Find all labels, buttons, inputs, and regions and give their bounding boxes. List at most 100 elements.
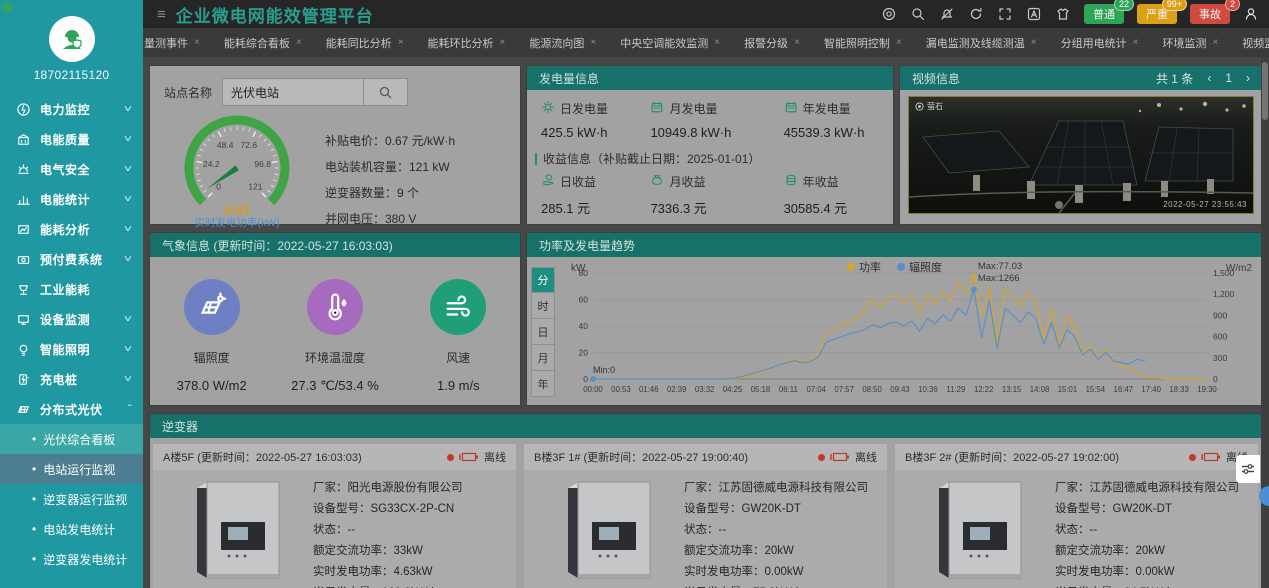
sidebar-subitem-3[interactable]: •电站发电统计 xyxy=(0,514,143,544)
svg-text:19:30: 19:30 xyxy=(1197,385,1217,394)
tab-3[interactable]: 能耗环比分析× xyxy=(418,31,516,55)
tab-close-icon[interactable]: × xyxy=(296,37,302,48)
sidebar-subitem-label: 光伏综合看板 xyxy=(43,431,115,448)
svg-text:121: 121 xyxy=(248,181,262,191)
sidebar-item-5[interactable]: 预付费系统˅ xyxy=(0,244,143,274)
sidebar-item-2[interactable]: 电气安全˅ xyxy=(0,154,143,184)
period-tab-时[interactable]: 时 xyxy=(531,293,555,319)
search-icon[interactable] xyxy=(910,6,926,22)
badge-count: 22 xyxy=(1114,0,1134,11)
period-tab-年[interactable]: 年 xyxy=(531,371,555,397)
chevron-up-icon: ˆ xyxy=(127,404,132,415)
sidebar-item-1[interactable]: 电能质量˅ xyxy=(0,124,143,154)
tab-4[interactable]: 能源流向图× xyxy=(519,31,606,55)
alarm-badge-1[interactable]: 严重99+ xyxy=(1137,4,1177,24)
tab-close-icon[interactable]: × xyxy=(500,37,506,48)
tab-6[interactable]: 报警分级 × xyxy=(734,31,810,55)
cctv-video-frame[interactable]: 萤石 2022-05-27 23:55:43 xyxy=(908,96,1254,214)
sidebar-item-3[interactable]: 电能统计˅ xyxy=(0,184,143,214)
tab-label: 环境监测 xyxy=(1162,35,1206,51)
tab-11[interactable]: 视频监控× xyxy=(1232,31,1269,55)
vertical-scrollbar[interactable] xyxy=(1261,57,1269,588)
sidebar-item-4[interactable]: 能耗分析˅ xyxy=(0,214,143,244)
inverter-card-1: B楼3F 1# (更新时间：2022-05-27 19:00:40) 离线 xyxy=(524,444,887,588)
scrollbar-thumb[interactable] xyxy=(1262,62,1268,120)
tab-10[interactable]: 环境监测 × xyxy=(1152,31,1228,55)
tab-7[interactable]: 智能照明控制× xyxy=(814,31,912,55)
sidebar-item-6[interactable]: 工业能耗 xyxy=(0,274,143,304)
weather-metric: 风速1.9 m/s xyxy=(403,279,513,394)
badge-label: 普通 xyxy=(1093,9,1115,21)
tab-close-icon[interactable]: × xyxy=(1031,37,1037,48)
spec-line: 设备型号：GW20K-DT xyxy=(1055,499,1239,520)
video-prev-button[interactable]: ‹ xyxy=(1207,71,1211,85)
theme-icon[interactable] xyxy=(1055,6,1071,22)
tab-label: 报警分级 xyxy=(744,35,788,51)
weather-panel: 气象信息 (更新时间：2022-05-27 16:03:03) 辐照度378.0… xyxy=(150,233,520,405)
svg-text:09:43: 09:43 xyxy=(890,385,910,394)
chevron-down-icon: ˅ xyxy=(124,314,132,325)
tab-close-icon[interactable]: × xyxy=(714,37,720,48)
sun-icon xyxy=(541,100,555,117)
camera-brand-icon xyxy=(915,102,924,111)
tab-close-icon[interactable]: × xyxy=(194,37,200,48)
sidebar-subitem-4[interactable]: •逆变器发电统计 xyxy=(0,544,143,574)
wind-icon xyxy=(430,279,486,335)
tab-close-icon[interactable]: × xyxy=(398,37,404,48)
filter-settings-button[interactable] xyxy=(1236,455,1260,483)
header-actions: 普通22 严重99+ 事故2 xyxy=(881,4,1259,24)
generation-metrics: 日发电量425.5 kW·h月发电量10949.8 kW·h年发电量45539.… xyxy=(527,90,893,140)
period-tab-日[interactable]: 日 xyxy=(531,319,555,345)
sidebar-item-10[interactable]: 分布式光伏ˆ xyxy=(0,394,143,424)
avatar[interactable] xyxy=(49,16,95,62)
sidebar-item-7[interactable]: 设备监测˅ xyxy=(0,304,143,334)
tab-1[interactable]: 能耗综合看板× xyxy=(214,31,312,55)
tab-close-icon[interactable]: × xyxy=(590,37,596,48)
station-info-line: 电站装机容量：121 kW xyxy=(325,154,455,180)
sidebar-subitem-1[interactable]: •电站运行监视 xyxy=(0,454,143,484)
metric-label: 月收益 xyxy=(669,173,705,190)
badge-count: 99+ xyxy=(1162,0,1187,11)
tab-close-icon[interactable]: × xyxy=(1133,37,1139,48)
tab-9[interactable]: 分组用电统计× xyxy=(1051,31,1149,55)
period-tab-月[interactable]: 月 xyxy=(531,345,555,371)
svg-text:00:53: 00:53 xyxy=(611,385,631,394)
tab-8[interactable]: 漏电监测及线缆测温 × xyxy=(916,31,1047,55)
alarm-badge-0[interactable]: 普通22 xyxy=(1084,4,1124,24)
sidebar-subitem-2[interactable]: •逆变器运行监视 xyxy=(0,484,143,514)
tab-label: 视频监控 xyxy=(1242,35,1269,51)
period-tabs: 分时日月年 xyxy=(531,267,555,397)
tab-close-icon[interactable]: × xyxy=(794,37,800,48)
video-next-button[interactable]: › xyxy=(1246,71,1250,85)
fullscreen-icon[interactable] xyxy=(997,6,1013,22)
headset-icon[interactable] xyxy=(881,6,897,22)
sidebar-item-label: 电能质量 xyxy=(40,131,90,148)
spec-line: 厂家：江苏固德威电源科技有限公司 xyxy=(684,478,868,499)
tab-5[interactable]: 中央空调能效监测× xyxy=(610,31,730,55)
tab-close-icon[interactable]: × xyxy=(1212,37,1218,48)
metric-value: 285.1 元 xyxy=(541,198,650,217)
energy-analysis-icon xyxy=(16,222,31,237)
svg-text:40: 40 xyxy=(579,321,589,331)
site-name-input[interactable] xyxy=(222,78,364,106)
sidebar-subitem-0[interactable]: •光伏综合看板 xyxy=(0,424,143,454)
dashboard-content: 站点名称 024.248.472.696.81214.63实时发电功率(kW) … xyxy=(143,57,1269,588)
menu-toggle-icon[interactable]: ≡ xyxy=(157,6,166,23)
trend-chart: 分时日月年 功率辐照度 kW W/m2 02040608003006009001… xyxy=(527,257,1262,403)
alarm-badge-2[interactable]: 事故2 xyxy=(1190,4,1230,24)
translate-icon[interactable] xyxy=(1026,6,1042,22)
tab-0[interactable]: 量测事件× xyxy=(134,31,210,55)
sidebar-item-8[interactable]: 智能照明˅ xyxy=(0,334,143,364)
user-icon[interactable] xyxy=(1243,6,1259,22)
sidebar-item-9[interactable]: 充电桩˅ xyxy=(0,364,143,394)
tab-2[interactable]: 能耗同比分析× xyxy=(316,31,414,55)
spec-line: 当日发电量：129.0kW·h xyxy=(313,583,463,588)
sidebar-item-0[interactable]: 电力监控˅ xyxy=(0,94,143,124)
site-search-button[interactable] xyxy=(364,78,408,106)
refresh-icon[interactable] xyxy=(968,6,984,22)
tab-close-icon[interactable]: × xyxy=(896,37,902,48)
metric: 月发电量10949.8 kW·h xyxy=(650,100,783,140)
spec-line: 设备型号：GW20K-DT xyxy=(684,499,868,520)
tab-label: 漏电监测及线缆测温 xyxy=(926,35,1025,51)
mute-icon[interactable] xyxy=(939,6,955,22)
